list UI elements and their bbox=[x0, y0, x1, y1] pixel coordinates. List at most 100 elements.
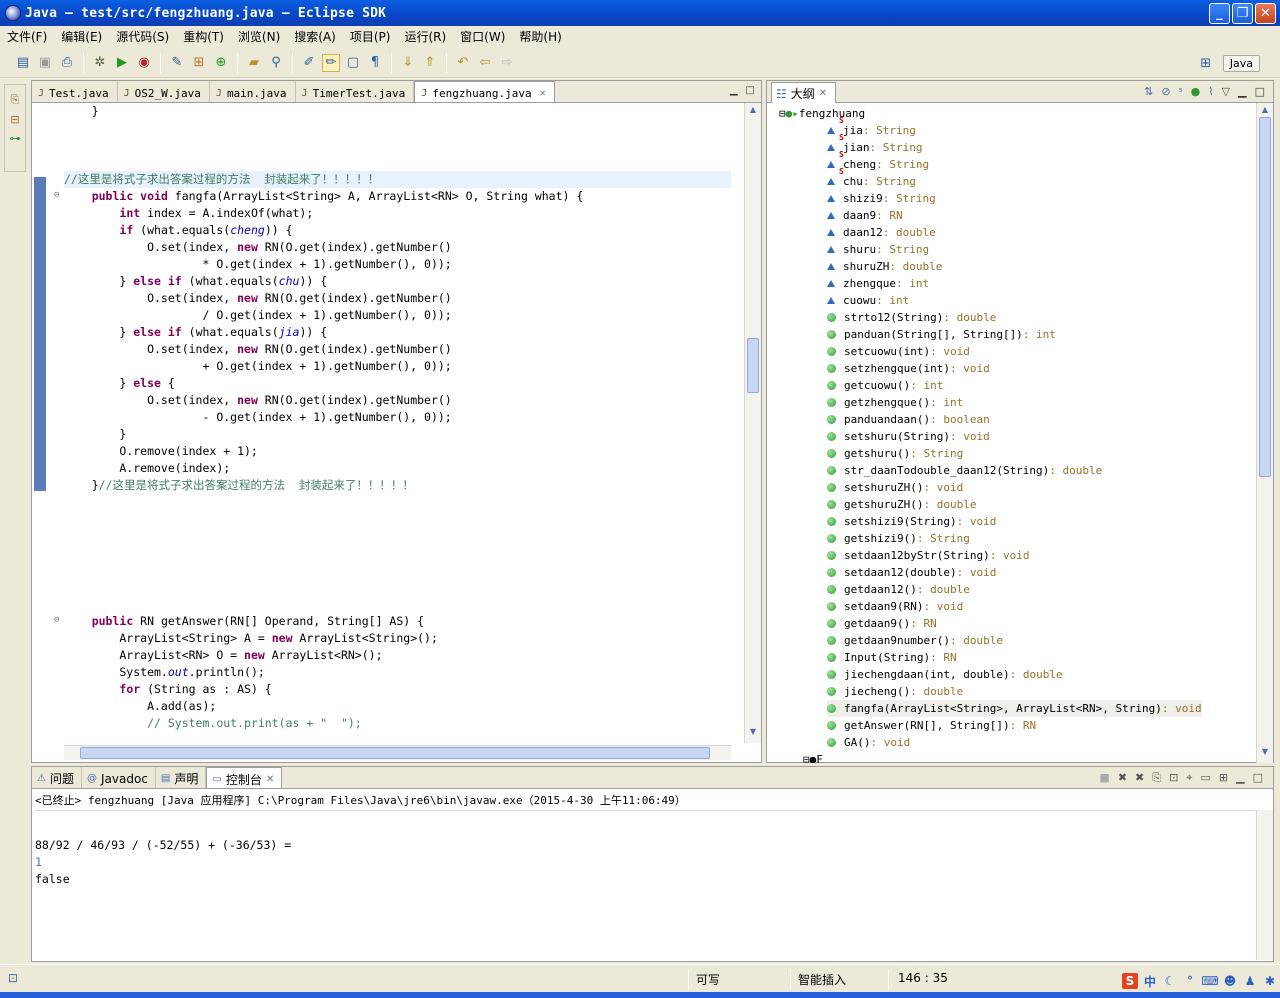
editor-tab-3[interactable]: J TimerTest.java bbox=[296, 81, 415, 102]
maximize-editor-icon[interactable]: □ bbox=[746, 85, 755, 96]
new-java-project-icon[interactable]: ✎ bbox=[168, 54, 186, 72]
collapse-icon[interactable]: ⊟ bbox=[779, 107, 786, 120]
code-line[interactable]: } else if (what.equals(chu)) { bbox=[64, 273, 327, 290]
outline-item[interactable]: setshuru(String) : void bbox=[827, 428, 990, 445]
external-tools-icon[interactable]: ◉ bbox=[135, 54, 153, 72]
ime-moon-icon[interactable]: ☾ bbox=[1162, 973, 1178, 989]
print-icon[interactable]: ⎙ bbox=[58, 54, 76, 72]
outline-scroll-thumb[interactable] bbox=[1259, 117, 1271, 477]
hide-nonpublic-icon[interactable]: ● bbox=[1191, 85, 1201, 98]
ime-punct-icon[interactable]: ° bbox=[1182, 973, 1198, 989]
outline-item[interactable]: Input(String) : RN bbox=[827, 649, 957, 666]
code-line[interactable]: O.remove(index + 1); bbox=[64, 443, 258, 460]
block-selection-icon[interactable]: ▢ bbox=[344, 54, 362, 72]
console-tab-3[interactable]: ▭ 控制台 ✕ bbox=[206, 767, 283, 788]
pin-console-icon[interactable]: ⌖ bbox=[1186, 771, 1192, 785]
remove-all-icon[interactable]: ✖ bbox=[1135, 771, 1144, 785]
hierarchy-icon[interactable]: ⊟ bbox=[10, 113, 19, 126]
outline-item[interactable]: shizi9 : String bbox=[827, 190, 936, 207]
minimize-outline-icon[interactable]: ▁ bbox=[1238, 85, 1246, 98]
outline-item[interactable]: getdaan9number() : double bbox=[827, 632, 1003, 649]
code-line[interactable]: System.out.println(); bbox=[64, 664, 264, 681]
code-line[interactable]: O.set(index, new RN(O.get(index).getNumb… bbox=[64, 341, 452, 358]
console-tab-1[interactable]: @ Javadoc bbox=[82, 767, 156, 788]
outline-item[interactable]: getAnswer(RN[], String[]) : RN bbox=[827, 717, 1036, 734]
debug-icon[interactable]: ✲ bbox=[91, 54, 109, 72]
outline-item[interactable]: strto12(String) : double bbox=[827, 309, 996, 326]
menu-item-4[interactable]: 浏览(N) bbox=[231, 28, 287, 45]
last-edit-icon[interactable]: ↶ bbox=[454, 54, 472, 72]
h-scroll-thumb[interactable] bbox=[80, 747, 710, 759]
console-output[interactable]: 88/92 / 46/93 / (-52/55) + (-36/53) = 1 fa… bbox=[35, 810, 1255, 945]
java-perspective-button[interactable]: Java bbox=[1222, 54, 1260, 72]
scroll-lock-icon[interactable]: ⊡ bbox=[1169, 771, 1178, 785]
fast-view-icon[interactable]: ⊡ bbox=[8, 971, 18, 985]
open-console-icon[interactable]: ⊞ bbox=[1219, 771, 1228, 785]
outline-item[interactable]: panduan(String[], String[]) : int bbox=[827, 326, 1056, 343]
code-line[interactable]: public void fangfa(ArrayList<String> A, … bbox=[64, 188, 584, 205]
code-line[interactable]: - O.get(index + 1).getNumber(), 0)); bbox=[64, 409, 451, 426]
code-line[interactable]: O.set(index, new RN(O.get(index).getNumb… bbox=[64, 392, 452, 409]
fold-toggle-icon[interactable]: ⊖ bbox=[54, 615, 59, 625]
hide-local-types-icon[interactable]: ⌇ bbox=[1208, 85, 1213, 98]
maximize-console-icon[interactable]: □ bbox=[1253, 771, 1263, 785]
outline-item[interactable]: shuru : String bbox=[827, 241, 929, 258]
console-scrollbar[interactable] bbox=[1256, 810, 1273, 960]
navigator-icon[interactable]: ⊶ bbox=[10, 132, 21, 145]
editor-tab-1[interactable]: J OS2_W.java bbox=[118, 81, 210, 102]
highlight-icon[interactable]: ✏ bbox=[322, 53, 340, 72]
next-annotation-icon[interactable]: ⇓ bbox=[399, 54, 417, 72]
ime-user-icon[interactable]: ☻ bbox=[1222, 973, 1238, 989]
outline-item[interactable]: getdaan12() : double bbox=[827, 581, 970, 598]
display-console-icon[interactable]: ▭ bbox=[1201, 771, 1211, 785]
outline-item[interactable]: getshuruZH() : double bbox=[827, 496, 976, 513]
terminate-icon[interactable]: ■ bbox=[1099, 771, 1109, 785]
close-tab-icon[interactable]: ✕ bbox=[540, 88, 546, 99]
outline-item[interactable]: setshuruZH() : void bbox=[827, 479, 963, 496]
code-line[interactable]: for (String as : AS) { bbox=[64, 681, 271, 698]
open-type-icon[interactable]: ▰ bbox=[245, 54, 263, 72]
outline-item[interactable]: getdaan9() : RN bbox=[827, 615, 937, 632]
outline-item[interactable]: getzhengque() : int bbox=[827, 394, 963, 411]
outline-class-row[interactable]: ⊟ ● F bbox=[803, 751, 823, 763]
clear-console-icon[interactable]: ⎘ bbox=[1152, 771, 1161, 785]
toggle-mark-icon[interactable]: ✐ bbox=[300, 54, 318, 72]
new-icon[interactable]: ▤ bbox=[14, 54, 32, 72]
code-line[interactable]: A.add(as); bbox=[64, 698, 216, 715]
outline-item[interactable]: setzhengque(int) : void bbox=[827, 360, 990, 377]
editor-horizontal-scrollbar[interactable] bbox=[64, 745, 731, 760]
code-line[interactable]: O.set(index, new RN(O.get(index).getNumb… bbox=[64, 290, 452, 307]
code-line[interactable]: public RN getAnswer(RN[] Operand, String… bbox=[64, 613, 424, 630]
menu-item-3[interactable]: 重构(T) bbox=[176, 28, 231, 45]
menu-item-8[interactable]: 窗口(W) bbox=[453, 28, 512, 45]
outline-item[interactable]: zhengque : int bbox=[827, 275, 929, 292]
outline-item[interactable]: daan12 : double bbox=[827, 224, 936, 241]
outline-item[interactable]: shuruZH : double bbox=[827, 258, 942, 275]
outline-scroll-down-icon[interactable]: ▼ bbox=[1259, 747, 1271, 761]
outline-item[interactable]: str_daanTodouble_daan12(String) : double bbox=[827, 462, 1102, 479]
minimize-editor-icon[interactable]: ▁ bbox=[730, 85, 738, 96]
menu-item-1[interactable]: 编辑(E) bbox=[54, 28, 109, 45]
show-whitespace-icon[interactable]: ¶ bbox=[366, 54, 384, 72]
outline-item[interactable]: getshuru() : String bbox=[827, 445, 963, 462]
outline-item[interactable]: getshizi9() : String bbox=[827, 530, 970, 547]
editor-tab-2[interactable]: Jmain.java bbox=[210, 81, 296, 102]
sort-icon[interactable]: ⇅ bbox=[1144, 85, 1153, 98]
maximize-outline-icon[interactable]: □ bbox=[1255, 85, 1265, 98]
ime-skin-icon[interactable]: ♟ bbox=[1242, 973, 1258, 989]
console-tab-0[interactable]: ⚠ 问题 bbox=[32, 767, 82, 788]
minimize-console-icon[interactable]: ▁ bbox=[1236, 771, 1244, 785]
remove-launch-icon[interactable]: ✖ bbox=[1118, 771, 1127, 785]
prev-annotation-icon[interactable]: ⇑ bbox=[421, 54, 439, 72]
outline-item[interactable]: jiechengdaan(int, double) : double bbox=[827, 666, 1063, 683]
ime-tools-icon[interactable]: ✱ bbox=[1262, 973, 1278, 989]
outline-class-row[interactable]: ⊟ ●▸ fengzhuang bbox=[779, 105, 865, 122]
new-class-icon[interactable]: ⊕ bbox=[212, 54, 230, 72]
code-line[interactable]: if (what.equals(cheng)) { bbox=[64, 222, 292, 239]
menu-item-7[interactable]: 运行(R) bbox=[397, 28, 453, 45]
collapse-icon[interactable]: ⊟ bbox=[803, 753, 810, 763]
close-tab-icon[interactable]: ✕ bbox=[266, 774, 274, 785]
code-line[interactable]: ArrayList<String> A = new ArrayList<Stri… bbox=[64, 630, 438, 647]
outline-item[interactable]: jiecheng() : double bbox=[827, 683, 963, 700]
code-line[interactable]: }//这里是将式子求出答案过程的方法 封装起来了！！！！！ bbox=[64, 477, 414, 494]
